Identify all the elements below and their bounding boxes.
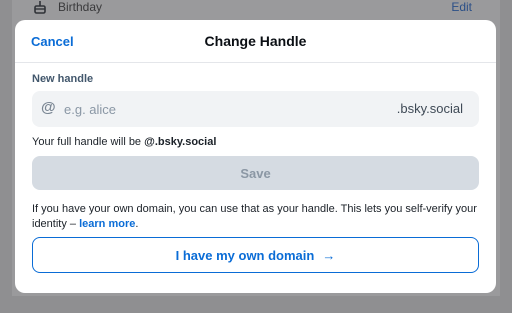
own-domain-text-end: . — [135, 218, 139, 230]
own-domain-button[interactable]: I have my own domain → — [32, 237, 479, 273]
dialog-header: Cancel Change Handle — [15, 20, 496, 63]
arrow-right-icon: → — [322, 247, 336, 263]
birthday-row: Birthday Edit — [12, 0, 500, 16]
own-domain-description: If you have your own domain, you can use… — [32, 202, 482, 232]
change-handle-dialog: Cancel Change Handle New handle @ .bsky.… — [15, 20, 496, 293]
at-icon: @ — [41, 99, 56, 116]
handle-input[interactable] — [64, 91, 384, 127]
edit-link[interactable]: Edit — [451, 0, 472, 14]
cake-icon — [34, 1, 46, 14]
dialog-title: Change Handle — [204, 33, 307, 49]
handle-input-container[interactable]: @ .bsky.social — [32, 91, 479, 127]
own-domain-button-label: I have my own domain — [175, 247, 315, 263]
birthday-label: Birthday — [58, 0, 103, 14]
full-handle-value: @.bsky.social — [144, 136, 217, 148]
full-handle-prefix: Your full handle will be — [32, 136, 145, 148]
full-handle-preview: Your full handle will be @.bsky.social — [32, 136, 216, 148]
new-handle-label: New handle — [32, 73, 94, 85]
save-button[interactable]: Save — [32, 156, 479, 190]
learn-more-link[interactable]: learn more — [79, 218, 135, 230]
handle-suffix: .bsky.social — [396, 101, 463, 116]
